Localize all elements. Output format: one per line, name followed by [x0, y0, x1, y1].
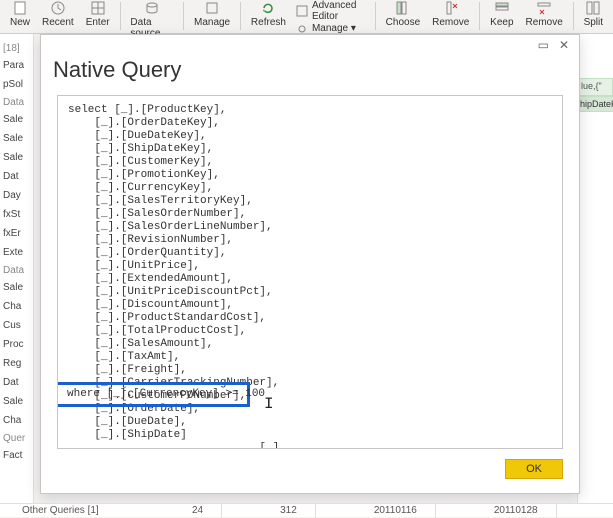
advanced-editor-label: Advanced Editor: [312, 0, 367, 22]
choose-columns-icon: [395, 0, 411, 16]
formula-fragment: lue,{": [578, 78, 613, 96]
query-item[interactable]: Sale: [0, 148, 33, 167]
keep-rows-icon: [494, 0, 510, 16]
remove-columns-button[interactable]: Remove: [426, 0, 475, 34]
manage-label: Manage: [194, 17, 230, 28]
code-tail: [_]: [68, 442, 279, 449]
refresh-icon: [260, 0, 276, 16]
query-item[interactable]: Cha: [0, 411, 33, 430]
ribbon-separator: [240, 2, 241, 30]
dialog-footer: OK: [41, 449, 579, 493]
status-bar: Other Queries [1] 24 312 20110116 201101…: [0, 503, 613, 517]
status-cell: 20110116: [356, 504, 436, 518]
editor-stack: Advanced Editor Manage ▾: [292, 0, 371, 34]
advanced-editor-button[interactable]: Advanced Editor: [296, 0, 367, 22]
text-cursor-icon: I: [264, 398, 274, 411]
status-cell: 24: [174, 504, 222, 518]
sql-code-box[interactable]: select [_].[ProductKey], [_].[OrderDateK…: [57, 95, 563, 449]
split-label: Split: [584, 17, 603, 28]
ribbon-separator: [120, 2, 121, 30]
manage-button[interactable]: Manage: [188, 0, 236, 34]
choose-button[interactable]: Choose: [380, 0, 426, 34]
refresh-button[interactable]: Refresh: [245, 0, 292, 34]
split-button[interactable]: Split: [578, 0, 609, 34]
query-item[interactable]: Cus: [0, 316, 33, 335]
datasource-button[interactable]: Data source: [124, 0, 179, 34]
query-item[interactable]: Sale: [0, 129, 33, 148]
close-button[interactable]: ✕: [559, 38, 569, 52]
query-item[interactable]: fxSt: [0, 205, 33, 224]
query-item[interactable]: Reg: [0, 354, 33, 373]
query-item[interactable]: Dat: [0, 167, 33, 186]
query-item[interactable]: Sale: [0, 278, 33, 297]
query-item[interactable]: Day: [0, 186, 33, 205]
code-highlight-line: where [_].[CurrencyKey] >= 100: [67, 388, 265, 400]
query-item[interactable]: Sale: [0, 392, 33, 411]
remove-rows-label: Remove: [526, 17, 563, 28]
query-item[interactable]: Dat: [0, 373, 33, 392]
query-group[interactable]: Data: [0, 262, 33, 278]
enter-label: Enter: [86, 17, 110, 28]
queries-panel: [18] Para pSol Data Sale Sale Sale Dat D…: [0, 34, 34, 503]
refresh-label: Refresh: [251, 17, 286, 28]
query-item[interactable]: Exte: [0, 243, 33, 262]
new-button[interactable]: New: [4, 0, 36, 34]
query-item[interactable]: Proc: [0, 335, 33, 354]
recent-label: Recent: [42, 17, 74, 28]
dialog-titlebar: ▭ ✕: [41, 35, 579, 53]
dialog-title: Native Query: [41, 53, 579, 83]
preview-strip: lue,{" hipDateK: [577, 34, 613, 503]
query-group[interactable]: Quer: [0, 430, 33, 446]
recent-button[interactable]: Recent: [36, 0, 80, 34]
ok-button[interactable]: OK: [505, 459, 563, 479]
manage-dropdown[interactable]: Manage ▾: [296, 23, 356, 35]
query-item[interactable]: Fact: [0, 446, 33, 465]
column-header-fragment[interactable]: hipDateK: [578, 96, 613, 112]
query-group[interactable]: Data: [0, 94, 33, 110]
status-cell: 20110128: [476, 504, 557, 518]
keep-label: Keep: [490, 17, 513, 28]
query-item[interactable]: pSol: [0, 75, 33, 94]
query-item[interactable]: Para: [0, 56, 33, 75]
remove-label: Remove: [432, 17, 469, 28]
ribbon-separator: [479, 2, 480, 30]
where-clause-highlight: where [_].[CurrencyKey] >= 100: [57, 382, 250, 407]
ribbon-toolbar: New Recent Enter Data source Manage Refr…: [0, 0, 613, 34]
query-item[interactable]: Sale: [0, 110, 33, 129]
choose-label: Choose: [386, 17, 420, 28]
keep-rows-button[interactable]: Keep: [484, 0, 519, 34]
minimize-button[interactable]: ▭: [538, 38, 549, 52]
split-icon: [585, 0, 601, 16]
queries-header: [18]: [0, 40, 33, 56]
remove-rows-button[interactable]: Remove: [520, 0, 569, 34]
recent-icon: [50, 0, 66, 16]
file-icon: [12, 0, 28, 16]
datasource-icon: [144, 0, 160, 16]
query-item[interactable]: Cha: [0, 297, 33, 316]
ribbon-separator: [375, 2, 376, 30]
grid-icon: [90, 0, 106, 16]
new-label: New: [10, 17, 30, 28]
remove-columns-icon: [443, 0, 459, 16]
remove-rows-icon: [536, 0, 552, 16]
enter-button[interactable]: Enter: [80, 0, 116, 34]
editor-icon: [296, 5, 308, 17]
native-query-dialog: ▭ ✕ Native Query select [_].[ProductKey]…: [40, 34, 580, 494]
gear-icon: [296, 23, 308, 35]
status-cell: 312: [262, 504, 316, 518]
manage-dropdown-label: Manage ▾: [312, 23, 356, 34]
manage-icon: [204, 0, 220, 16]
ribbon-separator: [183, 2, 184, 30]
status-left: Other Queries [1]: [4, 504, 134, 518]
query-item[interactable]: fxEr: [0, 224, 33, 243]
ribbon-separator: [573, 2, 574, 30]
